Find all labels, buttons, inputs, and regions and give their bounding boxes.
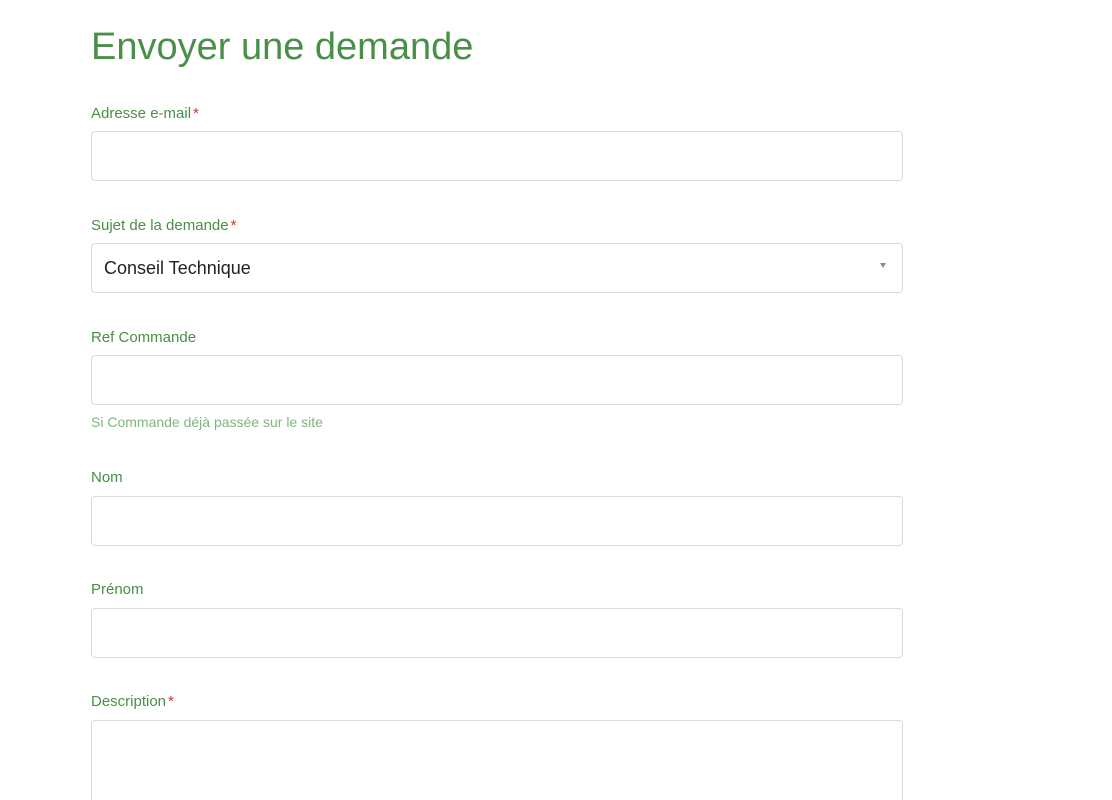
required-marker: * (230, 217, 237, 234)
first-name-label-text: Prénom (91, 581, 144, 598)
description-label: Description * (91, 692, 174, 712)
order-ref-label: Ref Commande (91, 328, 196, 348)
description-label-text: Description (91, 693, 167, 710)
subject-label: Sujet de la demande * (91, 216, 236, 236)
required-marker: * (193, 105, 199, 122)
subject-label-text: Sujet de la demande (91, 217, 229, 234)
email-label-text: Adresse e-mail (91, 105, 192, 122)
page: Envoyer une demande Adresse e-mail * Suje… (0, 0, 1112, 800)
last-name-label-text: Nom (91, 469, 123, 486)
subject-selected-value: Conseil Technique (104, 257, 251, 278)
page-title: Envoyer une demande (91, 26, 474, 68)
order-ref-input[interactable] (91, 355, 903, 405)
order-ref-hint: Si Commande déjà passée sur le site (91, 414, 323, 430)
subject-select[interactable]: Conseil Technique (91, 243, 903, 293)
first-name-input[interactable] (91, 608, 903, 658)
last-name-label: Nom (91, 468, 123, 488)
order-ref-label-text: Ref Commande (91, 329, 197, 346)
email-label: Adresse e-mail * (91, 104, 199, 124)
caret-down-icon (880, 263, 886, 268)
first-name-label: Prénom (91, 580, 144, 600)
required-marker: * (168, 693, 174, 710)
email-input[interactable] (91, 131, 903, 181)
last-name-input[interactable] (91, 496, 903, 546)
description-textarea[interactable] (91, 720, 903, 800)
